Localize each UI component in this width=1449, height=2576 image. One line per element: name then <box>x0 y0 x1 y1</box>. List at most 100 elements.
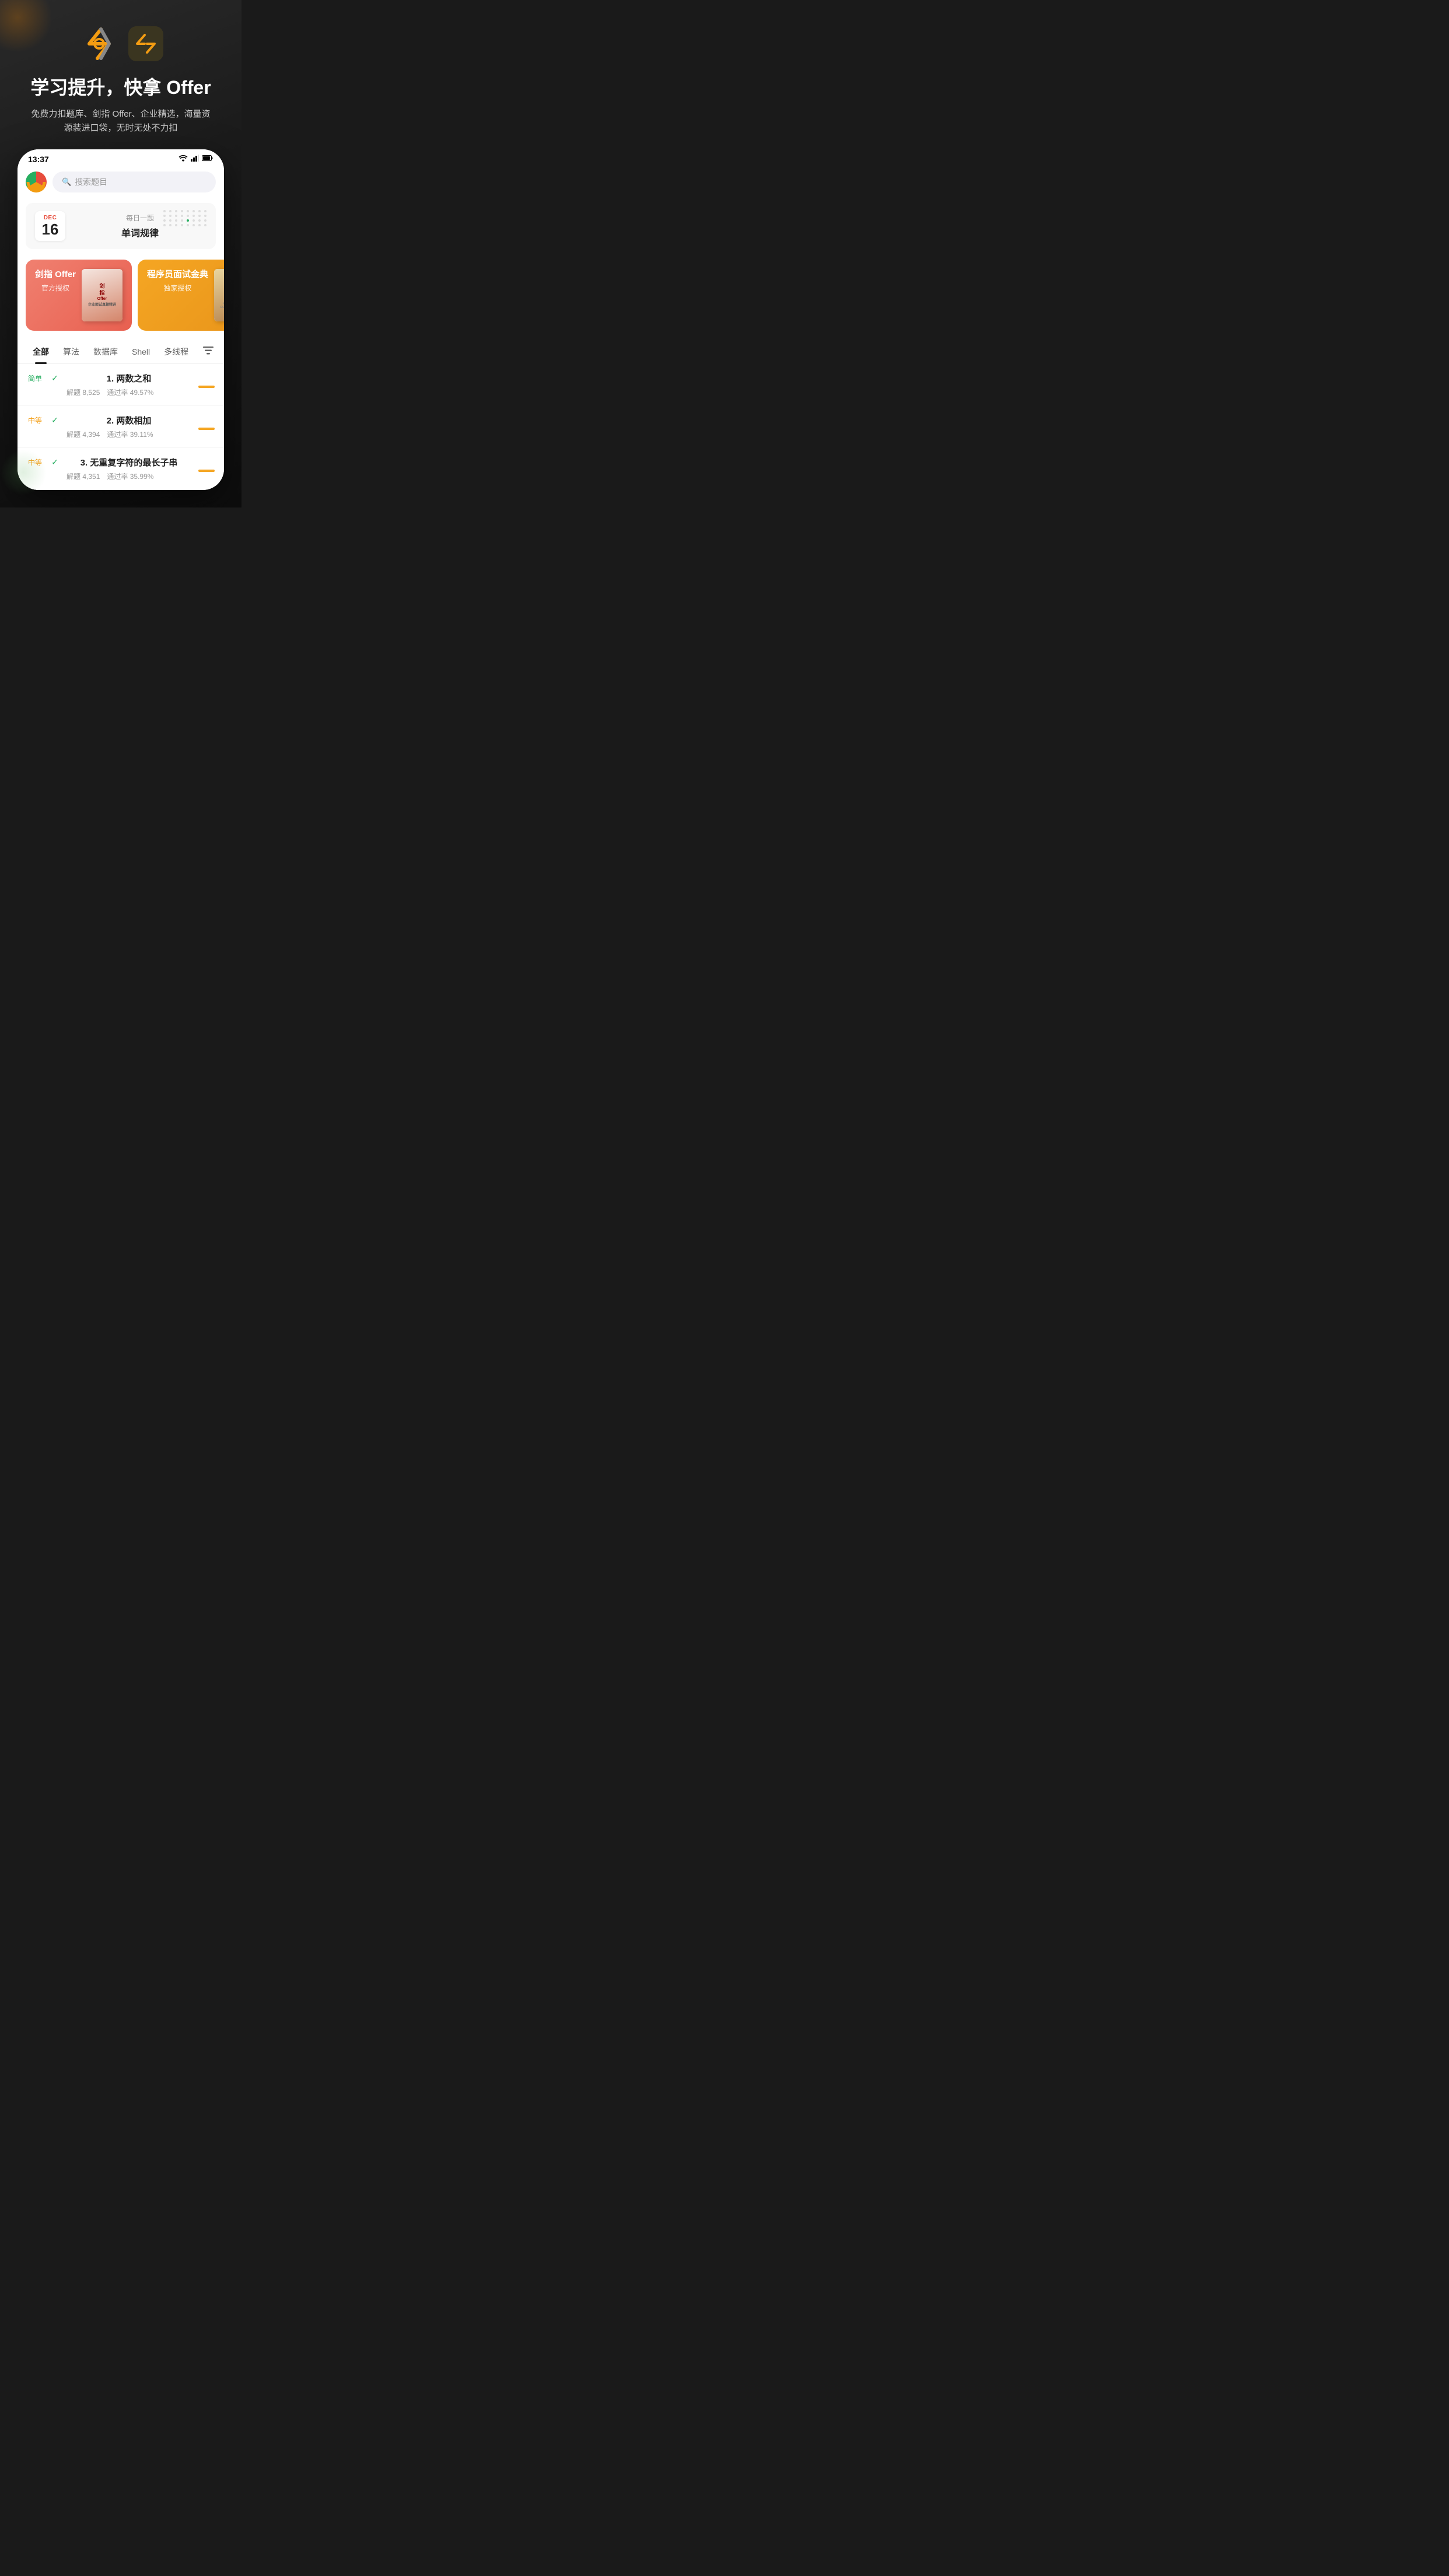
hero-title: 学习提升，快拿 Offer <box>12 76 230 100</box>
dot <box>175 224 177 226</box>
dot <box>192 219 195 222</box>
logo-area <box>12 23 230 64</box>
dot <box>163 224 166 226</box>
book-cover-2: 程序员 面试金典 (第6版) CRACKING THE CODING INTER… <box>214 269 224 321</box>
filter-icon[interactable] <box>201 342 216 362</box>
dot-active <box>187 219 189 222</box>
book-card-info-1: 剑指 Offer 官方授权 <box>35 269 76 293</box>
book-card-subtitle-1: 官方授权 <box>35 283 76 293</box>
app-logo-small <box>26 172 47 192</box>
hero-section: 学习提升，快拿 Offer 免费力扣题库、剑指 Offer、企业精选，海量资源装… <box>0 0 242 508</box>
book-card-info-2: 程序员面试金典 独家授权 <box>147 269 208 293</box>
problem-bar-1 <box>198 386 215 388</box>
difficulty-3: 中等 <box>27 456 43 467</box>
dot <box>198 215 201 217</box>
search-placeholder: 搜索题目 <box>75 176 107 188</box>
difficulty-1: 简单 <box>27 372 43 383</box>
problem-bar-3 <box>198 470 215 472</box>
status-time: 13:37 <box>28 155 49 164</box>
dot <box>198 219 201 222</box>
dot <box>163 215 166 217</box>
problem-bar-2 <box>198 428 215 430</box>
dot <box>169 215 172 217</box>
problem-item-3[interactable]: 中等 ✓ 3. 无重复字符的最长子串 解题 4,351 通过率 <box>18 448 224 490</box>
check-icon-2: ✓ <box>50 414 60 425</box>
book-card-interview[interactable]: 程序员面试金典 独家授权 程序员 面试金典 (第6版) CRACKING THE… <box>138 260 224 331</box>
problem-meta-3: 解题 4,351 通过率 35.99% <box>66 471 191 481</box>
dot <box>192 215 195 217</box>
dot-grid <box>163 210 208 226</box>
dot <box>187 210 189 212</box>
dot <box>175 215 177 217</box>
pass-rate-1: 通过率 49.57% <box>107 387 153 397</box>
app-header: 🔍 搜索题目 <box>18 167 224 198</box>
problem-item-1[interactable]: 简单 ✓ 1. 两数之和 解题 8,525 通过率 49.57 <box>18 364 224 406</box>
check-icon-3: ✓ <box>50 456 60 467</box>
daily-title: 单词规律 <box>74 225 206 239</box>
solved-label-2: 解题 4,394 <box>66 429 100 439</box>
pass-rate-3: 通过率 35.99% <box>107 471 153 481</box>
book-card-title-2: 程序员面试金典 <box>147 269 208 281</box>
filter-tabs: 全部 算法 数据库 Shell 多线程 <box>18 337 224 364</box>
dot <box>169 219 172 222</box>
problem-info-3: 3. 无重复字符的最长子串 解题 4,351 通过率 35.99% <box>66 456 191 481</box>
dot <box>181 210 183 212</box>
signal-icon <box>191 154 199 164</box>
pass-rate-2: 通过率 39.11% <box>107 429 153 439</box>
dot <box>169 210 172 212</box>
status-icons <box>178 154 214 164</box>
dot <box>204 219 206 222</box>
hero-subtitle: 免费力扣题库、剑指 Offer、企业精选，海量资源装进口袋，无时无处不力扣 <box>27 107 214 135</box>
dot <box>198 224 201 226</box>
app-icon <box>128 26 163 61</box>
book-card-jianzhi[interactable]: 剑指 Offer 官方授权 剑 指 Offer 企业面试真题精讲 <box>26 260 132 331</box>
dot <box>181 219 183 222</box>
dot <box>192 224 195 226</box>
solved-label-1: 解题 8,525 <box>66 387 100 397</box>
wifi-icon <box>178 154 188 164</box>
problem-info-2: 2. 两数相加 解题 4,394 通过率 39.11% <box>66 414 191 439</box>
dot <box>187 224 189 226</box>
dot <box>204 210 206 212</box>
date-box: DEC 16 <box>35 211 65 242</box>
status-bar: 13:37 <box>18 149 224 167</box>
dot <box>181 224 183 226</box>
problem-item-2[interactable]: 中等 ✓ 2. 两数相加 解题 4,394 通过率 39.11 <box>18 406 224 448</box>
tab-algorithm[interactable]: 算法 <box>56 340 86 363</box>
difficulty-2: 中等 <box>27 414 43 425</box>
book-cards-section: 剑指 Offer 官方授权 剑 指 Offer 企业面试真题精讲 <box>18 254 224 337</box>
dot <box>198 210 201 212</box>
tab-all[interactable]: 全部 <box>26 340 56 363</box>
book-card-title-1: 剑指 Offer <box>35 269 76 281</box>
battery-icon <box>202 154 214 164</box>
dot <box>192 210 195 212</box>
daily-question-card[interactable]: DEC 16 每日一题 单词规律 <box>26 203 216 250</box>
dot <box>169 224 172 226</box>
problem-title-2: 2. 两数相加 <box>66 414 191 426</box>
solved-label-3: 解题 4,351 <box>66 471 100 481</box>
problem-list: 简单 ✓ 1. 两数之和 解题 8,525 通过率 49.57 <box>18 364 224 490</box>
dot <box>175 219 177 222</box>
dot <box>204 224 206 226</box>
tab-database[interactable]: 数据库 <box>86 340 125 363</box>
tab-multithread[interactable]: 多线程 <box>157 340 195 363</box>
search-icon: 🔍 <box>62 177 71 187</box>
problem-meta-1: 解题 8,525 通过率 49.57% <box>66 387 191 397</box>
problem-title-3: 3. 无重复字符的最长子串 <box>66 456 191 468</box>
search-bar[interactable]: 🔍 搜索题目 <box>52 172 216 192</box>
dot <box>175 210 177 212</box>
tab-shell[interactable]: Shell <box>125 341 157 362</box>
book-card-subtitle-2: 独家授权 <box>147 283 208 293</box>
check-icon-1: ✓ <box>50 372 60 383</box>
dot <box>204 215 206 217</box>
dot <box>163 210 166 212</box>
phone-mockup: 13:37 <box>18 149 224 491</box>
dot <box>163 219 166 222</box>
problem-meta-2: 解题 4,394 通过率 39.11% <box>66 429 191 439</box>
leetcode-logo <box>79 23 120 64</box>
dot <box>187 215 189 217</box>
problem-info-1: 1. 两数之和 解题 8,525 通过率 49.57% <box>66 372 191 397</box>
date-month: DEC <box>41 215 60 221</box>
book-cover-1: 剑 指 Offer 企业面试真题精讲 <box>82 269 123 321</box>
date-day: 16 <box>41 221 60 238</box>
